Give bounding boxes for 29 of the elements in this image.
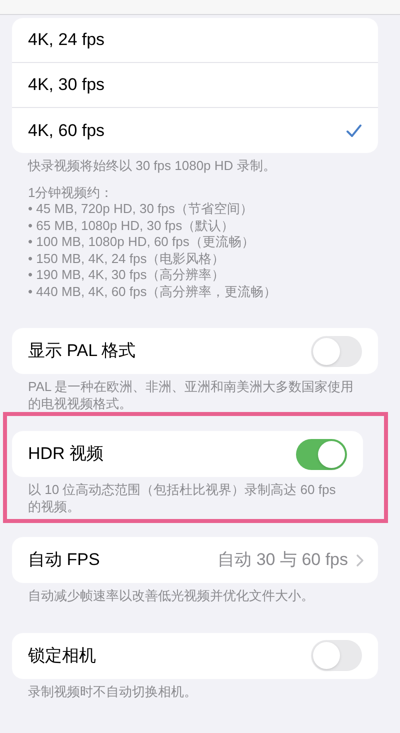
setting-row[interactable]: 自动 FPS 自动 30 与 60 fps xyxy=(12,537,378,583)
footer-text: 录制视频时不自动切换相机。 xyxy=(28,684,198,700)
setting-label: 锁定相机 xyxy=(28,644,96,667)
checkmark-icon xyxy=(346,124,362,138)
toggle-switch[interactable] xyxy=(296,438,347,470)
setting-label: 显示 PAL 格式 xyxy=(28,340,136,362)
option-label: 4K, 60 fps xyxy=(28,120,105,142)
option-row[interactable]: 4K, 60 fps xyxy=(12,108,378,153)
toggle-switch[interactable] xyxy=(311,640,362,671)
footer-text: • 45 MB, 720p HD, 30 fps（节省空间） xyxy=(28,201,254,218)
option-label: 4K, 24 fps xyxy=(28,29,105,52)
setting-value: 自动 30 与 60 fps xyxy=(218,549,348,572)
toggle-switch[interactable] xyxy=(311,336,362,366)
footer-text: PAL 是一种在欧洲、非洲、亚洲和南美洲大多数国家使用的电视视频格式。 xyxy=(28,379,355,412)
footer-text: • 150 MB, 4K, 24 fps（电影风格） xyxy=(28,250,226,267)
setting-label: 自动 FPS xyxy=(28,549,100,572)
setting-label: HDR 视频 xyxy=(28,443,104,466)
option-row[interactable]: 4K, 30 fps xyxy=(12,63,378,108)
footer-text: 快录视频将始终以 30 fps 1080p HD 录制。 xyxy=(28,158,277,174)
footer-text: 1分钟视频约： xyxy=(28,184,114,201)
footer-text: • 100 MB, 1080p HD, 60 fps（更流畅） xyxy=(28,234,256,250)
footer-text: 自动减少帧速率以改善低光视频并优化文件大小。 xyxy=(28,588,315,604)
option-label: 4K, 30 fps xyxy=(28,74,105,96)
footer-text: 以 10 位高动态范围（包括杜比视界）录制高达 60 fps 的视频。 xyxy=(28,482,337,515)
footer-text: • 65 MB, 1080p HD, 30 fps（默认） xyxy=(28,218,236,234)
footer-text: • 440 MB, 4K, 60 fps（高分辨率，更流畅） xyxy=(28,284,278,300)
footer-text: • 190 MB, 4K, 30 fps（高分辨率） xyxy=(28,267,226,284)
option-row[interactable]: 4K, 24 fps xyxy=(12,18,378,63)
chevron-icon xyxy=(356,554,364,566)
